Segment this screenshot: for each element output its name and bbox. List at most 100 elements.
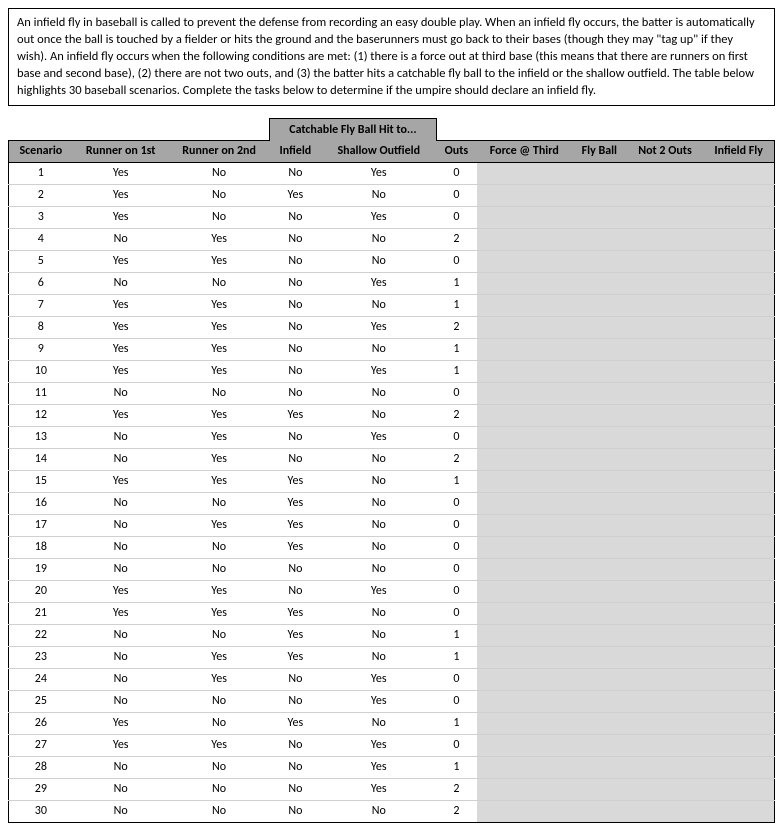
- cell-shallow-outfield: Yes: [321, 426, 436, 448]
- cell-fly-ball: [572, 734, 627, 756]
- cell-not-2-outs: [627, 558, 704, 580]
- table-row: 12YesYesYesNo2: [9, 404, 775, 426]
- cell-outs: 1: [436, 756, 476, 778]
- cell-infield: Yes: [270, 514, 322, 536]
- cell-force-third: [477, 338, 572, 360]
- cell-shallow-outfield: No: [321, 800, 436, 822]
- cell-force-third: [477, 602, 572, 624]
- cell-runner-1st: No: [73, 668, 169, 690]
- cell-shallow-outfield: Yes: [321, 272, 436, 294]
- cell-shallow-outfield: No: [321, 646, 436, 668]
- cell-shallow-outfield: No: [321, 536, 436, 558]
- cell-infield: Yes: [270, 602, 322, 624]
- cell-force-third: [477, 668, 572, 690]
- cell-fly-ball: [572, 382, 627, 404]
- cell-shallow-outfield: No: [321, 624, 436, 646]
- cell-not-2-outs: [627, 184, 704, 206]
- cell-runner-2nd: Yes: [169, 602, 270, 624]
- cell-scenario: 13: [9, 426, 73, 448]
- cell-infield-fly: [703, 602, 774, 624]
- cell-runner-2nd: Yes: [169, 448, 270, 470]
- cell-not-2-outs: [627, 470, 704, 492]
- cell-infield: No: [270, 558, 322, 580]
- cell-not-2-outs: [627, 602, 704, 624]
- cell-runner-2nd: Yes: [169, 360, 270, 382]
- cell-runner-1st: No: [73, 514, 169, 536]
- cell-runner-2nd: Yes: [169, 514, 270, 536]
- cell-outs: 0: [436, 382, 476, 404]
- cell-runner-2nd: No: [169, 712, 270, 734]
- cell-not-2-outs: [627, 734, 704, 756]
- cell-force-third: [477, 646, 572, 668]
- cell-scenario: 4: [9, 228, 73, 250]
- cell-shallow-outfield: No: [321, 448, 436, 470]
- cell-not-2-outs: [627, 624, 704, 646]
- cell-shallow-outfield: No: [321, 602, 436, 624]
- header-force-third: Force @ Third: [477, 140, 572, 162]
- cell-fly-ball: [572, 690, 627, 712]
- cell-runner-2nd: Yes: [169, 734, 270, 756]
- cell-runner-1st: Yes: [73, 294, 169, 316]
- cell-fly-ball: [572, 624, 627, 646]
- cell-force-third: [477, 690, 572, 712]
- cell-shallow-outfield: Yes: [321, 756, 436, 778]
- cell-infield: No: [270, 294, 322, 316]
- cell-infield-fly: [703, 426, 774, 448]
- cell-not-2-outs: [627, 492, 704, 514]
- cell-not-2-outs: [627, 426, 704, 448]
- cell-runner-2nd: Yes: [169, 580, 270, 602]
- cell-scenario: 28: [9, 756, 73, 778]
- cell-runner-2nd: No: [169, 558, 270, 580]
- cell-outs: 0: [436, 162, 476, 184]
- cell-not-2-outs: [627, 360, 704, 382]
- cell-scenario: 29: [9, 778, 73, 800]
- cell-scenario: 10: [9, 360, 73, 382]
- cell-outs: 2: [436, 778, 476, 800]
- cell-fly-ball: [572, 778, 627, 800]
- cell-infield-fly: [703, 492, 774, 514]
- cell-scenario: 17: [9, 514, 73, 536]
- cell-fly-ball: [572, 448, 627, 470]
- cell-not-2-outs: [627, 712, 704, 734]
- cell-shallow-outfield: No: [321, 250, 436, 272]
- cell-infield: No: [270, 690, 322, 712]
- cell-scenario: 2: [9, 184, 73, 206]
- header-fly-ball: Fly Ball: [572, 140, 627, 162]
- cell-infield: Yes: [270, 492, 322, 514]
- cell-outs: 0: [436, 580, 476, 602]
- cell-infield-fly: [703, 206, 774, 228]
- cell-infield: No: [270, 360, 322, 382]
- cell-force-third: [477, 624, 572, 646]
- cell-scenario: 9: [9, 338, 73, 360]
- cell-runner-1st: No: [73, 448, 169, 470]
- merged-header: Catchable Fly Ball Hit to...: [270, 119, 437, 141]
- cell-shallow-outfield: No: [321, 558, 436, 580]
- cell-runner-1st: Yes: [73, 250, 169, 272]
- cell-runner-1st: Yes: [73, 602, 169, 624]
- cell-outs: 1: [436, 272, 476, 294]
- cell-shallow-outfield: Yes: [321, 734, 436, 756]
- cell-outs: 2: [436, 316, 476, 338]
- cell-runner-1st: No: [73, 272, 169, 294]
- cell-shallow-outfield: Yes: [321, 778, 436, 800]
- cell-force-third: [477, 756, 572, 778]
- cell-scenario: 7: [9, 294, 73, 316]
- cell-outs: 0: [436, 250, 476, 272]
- cell-runner-2nd: No: [169, 536, 270, 558]
- cell-force-third: [477, 448, 572, 470]
- cell-infield-fly: [703, 580, 774, 602]
- cell-runner-2nd: Yes: [169, 250, 270, 272]
- cell-runner-2nd: No: [169, 272, 270, 294]
- cell-shallow-outfield: No: [321, 294, 436, 316]
- cell-shallow-outfield: No: [321, 184, 436, 206]
- cell-force-third: [477, 404, 572, 426]
- cell-infield-fly: [703, 470, 774, 492]
- cell-scenario: 5: [9, 250, 73, 272]
- cell-infield-fly: [703, 536, 774, 558]
- table-row: 8YesYesNoYes2: [9, 316, 775, 338]
- cell-infield: No: [270, 382, 322, 404]
- cell-shallow-outfield: No: [321, 492, 436, 514]
- cell-infield: Yes: [270, 184, 322, 206]
- cell-outs: 2: [436, 800, 476, 822]
- cell-infield-fly: [703, 668, 774, 690]
